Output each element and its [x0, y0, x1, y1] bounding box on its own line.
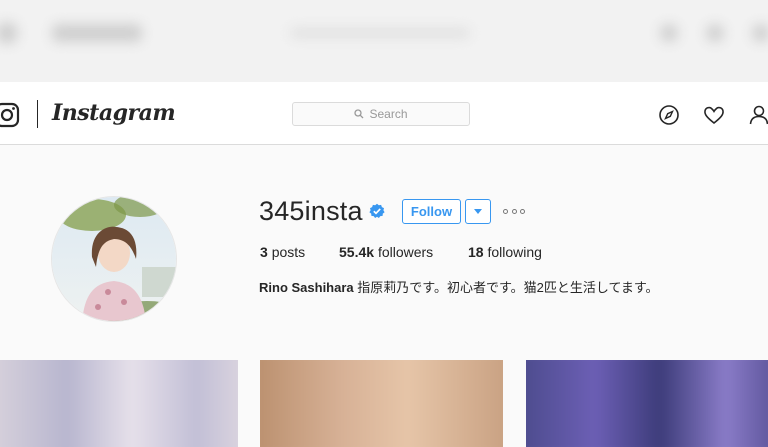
logo-divider	[37, 100, 38, 128]
posts-count-stat: 3 posts	[260, 244, 305, 260]
bio-text: 指原莉乃です。初心者です。猫2匹と生活してます。	[357, 280, 659, 295]
following-count-stat[interactable]: 18 following	[468, 244, 542, 260]
top-navigation-bar: Instagram Search	[0, 82, 768, 145]
follow-button[interactable]: Follow	[402, 199, 461, 224]
chevron-down-icon	[474, 208, 482, 214]
instagram-logo-icon[interactable]	[0, 102, 20, 128]
post-thumbnail[interactable]	[0, 360, 238, 447]
suggestions-dropdown-button[interactable]	[465, 199, 491, 224]
post-thumbnail[interactable]	[260, 360, 503, 447]
verified-badge-icon	[369, 203, 385, 218]
avatar-image	[52, 197, 176, 321]
search-placeholder: Search	[369, 107, 408, 121]
search-icon	[354, 109, 364, 119]
bio-full-name: Rino Sashihara	[259, 280, 354, 295]
profile-bio: Rino Sashihara 指原莉乃です。初心者です。猫2匹と生活してます。	[259, 277, 659, 296]
instagram-wordmark[interactable]: Instagram	[52, 100, 176, 126]
following-count: 18	[468, 244, 484, 260]
blurred-header-ghost	[0, 0, 768, 82]
posts-count: 3	[260, 244, 268, 260]
profile-avatar[interactable]	[51, 196, 177, 322]
profile-username: 345insta	[259, 196, 363, 226]
search-input[interactable]: Search	[292, 102, 470, 126]
heart-icon[interactable]	[703, 104, 725, 126]
posts-label: posts	[271, 244, 306, 260]
post-thumbnail[interactable]	[526, 360, 768, 447]
more-options-icon[interactable]	[503, 206, 525, 216]
followers-count: 55.4k	[339, 244, 375, 260]
compass-icon[interactable]	[658, 104, 680, 126]
following-label: following	[487, 244, 542, 260]
followers-label: followers	[377, 244, 434, 260]
followers-count-stat[interactable]: 55.4k followers	[339, 244, 433, 260]
person-icon[interactable]	[748, 104, 768, 126]
